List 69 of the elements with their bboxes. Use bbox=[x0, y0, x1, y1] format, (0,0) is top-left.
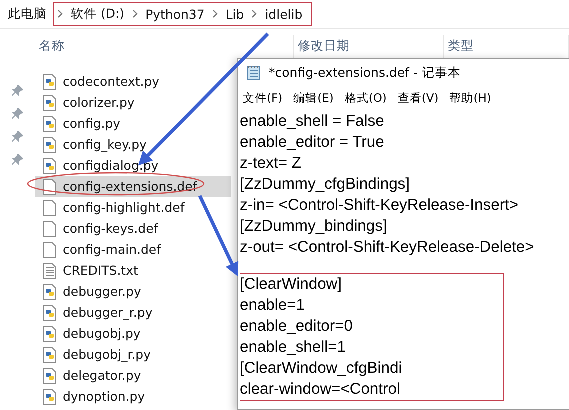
text-line: clear-window=<Control bbox=[240, 380, 402, 400]
file-name[interactable]: configdialog.py bbox=[63, 158, 159, 173]
text-line: [ZzDummy_cfgBindings] bbox=[240, 175, 412, 195]
pin-icon[interactable] bbox=[12, 131, 23, 142]
pin-icon[interactable] bbox=[12, 85, 23, 96]
file-name[interactable]: config-main.def bbox=[63, 242, 161, 257]
file-name[interactable]: config-extensions.def bbox=[63, 179, 198, 194]
python-file-icon bbox=[43, 346, 57, 362]
menu-item[interactable]: 编辑(E) bbox=[292, 90, 335, 106]
breadcrumb-item[interactable]: 软件 (D:) bbox=[71, 6, 125, 22]
file-name[interactable]: debugobj_r.py bbox=[63, 347, 152, 362]
file-name[interactable]: config.py bbox=[63, 116, 121, 131]
window-title: *config-extensions.def - 记事本 bbox=[269, 64, 461, 82]
pin-icon[interactable] bbox=[12, 108, 23, 119]
text-line: enable=1 bbox=[240, 296, 306, 316]
file-name[interactable]: CREDITS.txt bbox=[63, 263, 138, 278]
file-name[interactable]: debugger.py bbox=[63, 284, 142, 299]
python-file-icon bbox=[43, 304, 57, 320]
python-file-icon bbox=[43, 94, 57, 110]
pin-icon[interactable] bbox=[12, 154, 23, 165]
text-line: [ClearWindow] bbox=[240, 275, 343, 295]
column-header[interactable]: 名称 bbox=[39, 38, 65, 55]
column-header[interactable]: 修改日期 bbox=[298, 38, 350, 55]
menu-item[interactable]: 格式(O) bbox=[344, 90, 388, 106]
python-file-icon bbox=[43, 388, 57, 404]
text-line: enable_shell = False bbox=[240, 112, 386, 132]
menu-item[interactable]: 文件(F) bbox=[242, 90, 284, 106]
text-line: [ZzDummy_bindings] bbox=[240, 217, 388, 237]
file-name[interactable]: config_key.py bbox=[63, 137, 147, 152]
chevron-icon bbox=[252, 10, 258, 18]
blank-file-icon bbox=[43, 200, 57, 216]
chevron-icon bbox=[58, 10, 63, 18]
selected-row-highlight[interactable]: config-extensions.def bbox=[35, 176, 231, 197]
menu-item[interactable]: 帮助(H) bbox=[448, 90, 492, 106]
breadcrumb-item[interactable]: Lib bbox=[226, 6, 244, 22]
file-name[interactable]: config-highlight.def bbox=[63, 200, 185, 215]
python-file-icon bbox=[43, 368, 57, 384]
blank-file-icon bbox=[43, 242, 57, 258]
chevron-icon bbox=[212, 10, 218, 18]
python-file-icon bbox=[43, 136, 57, 152]
python-file-icon bbox=[43, 74, 57, 90]
breadcrumb-item[interactable]: 此电脑 bbox=[0, 6, 53, 22]
blank-file-icon bbox=[43, 220, 57, 236]
breadcrumb-item[interactable]: idlelib bbox=[265, 6, 303, 22]
file-name[interactable]: delegator.py bbox=[63, 368, 142, 383]
file-name[interactable]: config-keys.def bbox=[63, 221, 158, 236]
column-header[interactable]: 类型 bbox=[448, 38, 474, 55]
chevron-icon bbox=[132, 10, 138, 18]
text-line: enable_editor = True bbox=[240, 133, 386, 153]
file-name[interactable]: colorizer.py bbox=[63, 95, 135, 110]
text-line: [ClearWindow_cfgBindi bbox=[240, 359, 404, 379]
python-file-icon bbox=[43, 116, 57, 132]
text-line: z-text= Z bbox=[240, 154, 302, 174]
python-file-icon bbox=[43, 158, 57, 174]
text-line: z-in= <Control-Shift-KeyRelease-Insert> bbox=[240, 196, 520, 216]
file-name[interactable]: codecontext.py bbox=[63, 74, 160, 89]
blank-file-icon bbox=[43, 178, 57, 194]
file-name[interactable]: dynoption.py bbox=[63, 389, 146, 404]
file-name[interactable]: debugger_r.py bbox=[63, 305, 153, 320]
menu-item[interactable]: 查看(V) bbox=[396, 90, 440, 106]
python-file-icon bbox=[43, 284, 57, 300]
breadcrumb-item[interactable]: Python37 bbox=[146, 6, 205, 22]
text-line: z-out= <Control-Shift-KeyRelease-Delete> bbox=[240, 238, 536, 258]
file-name[interactable]: debugobj.py bbox=[63, 326, 141, 341]
text-line: enable_shell=1 bbox=[240, 338, 347, 358]
notepad-icon bbox=[246, 65, 262, 81]
text-line: enable_editor=0 bbox=[240, 317, 354, 337]
text-file-icon bbox=[43, 262, 57, 278]
python-file-icon bbox=[43, 326, 57, 342]
